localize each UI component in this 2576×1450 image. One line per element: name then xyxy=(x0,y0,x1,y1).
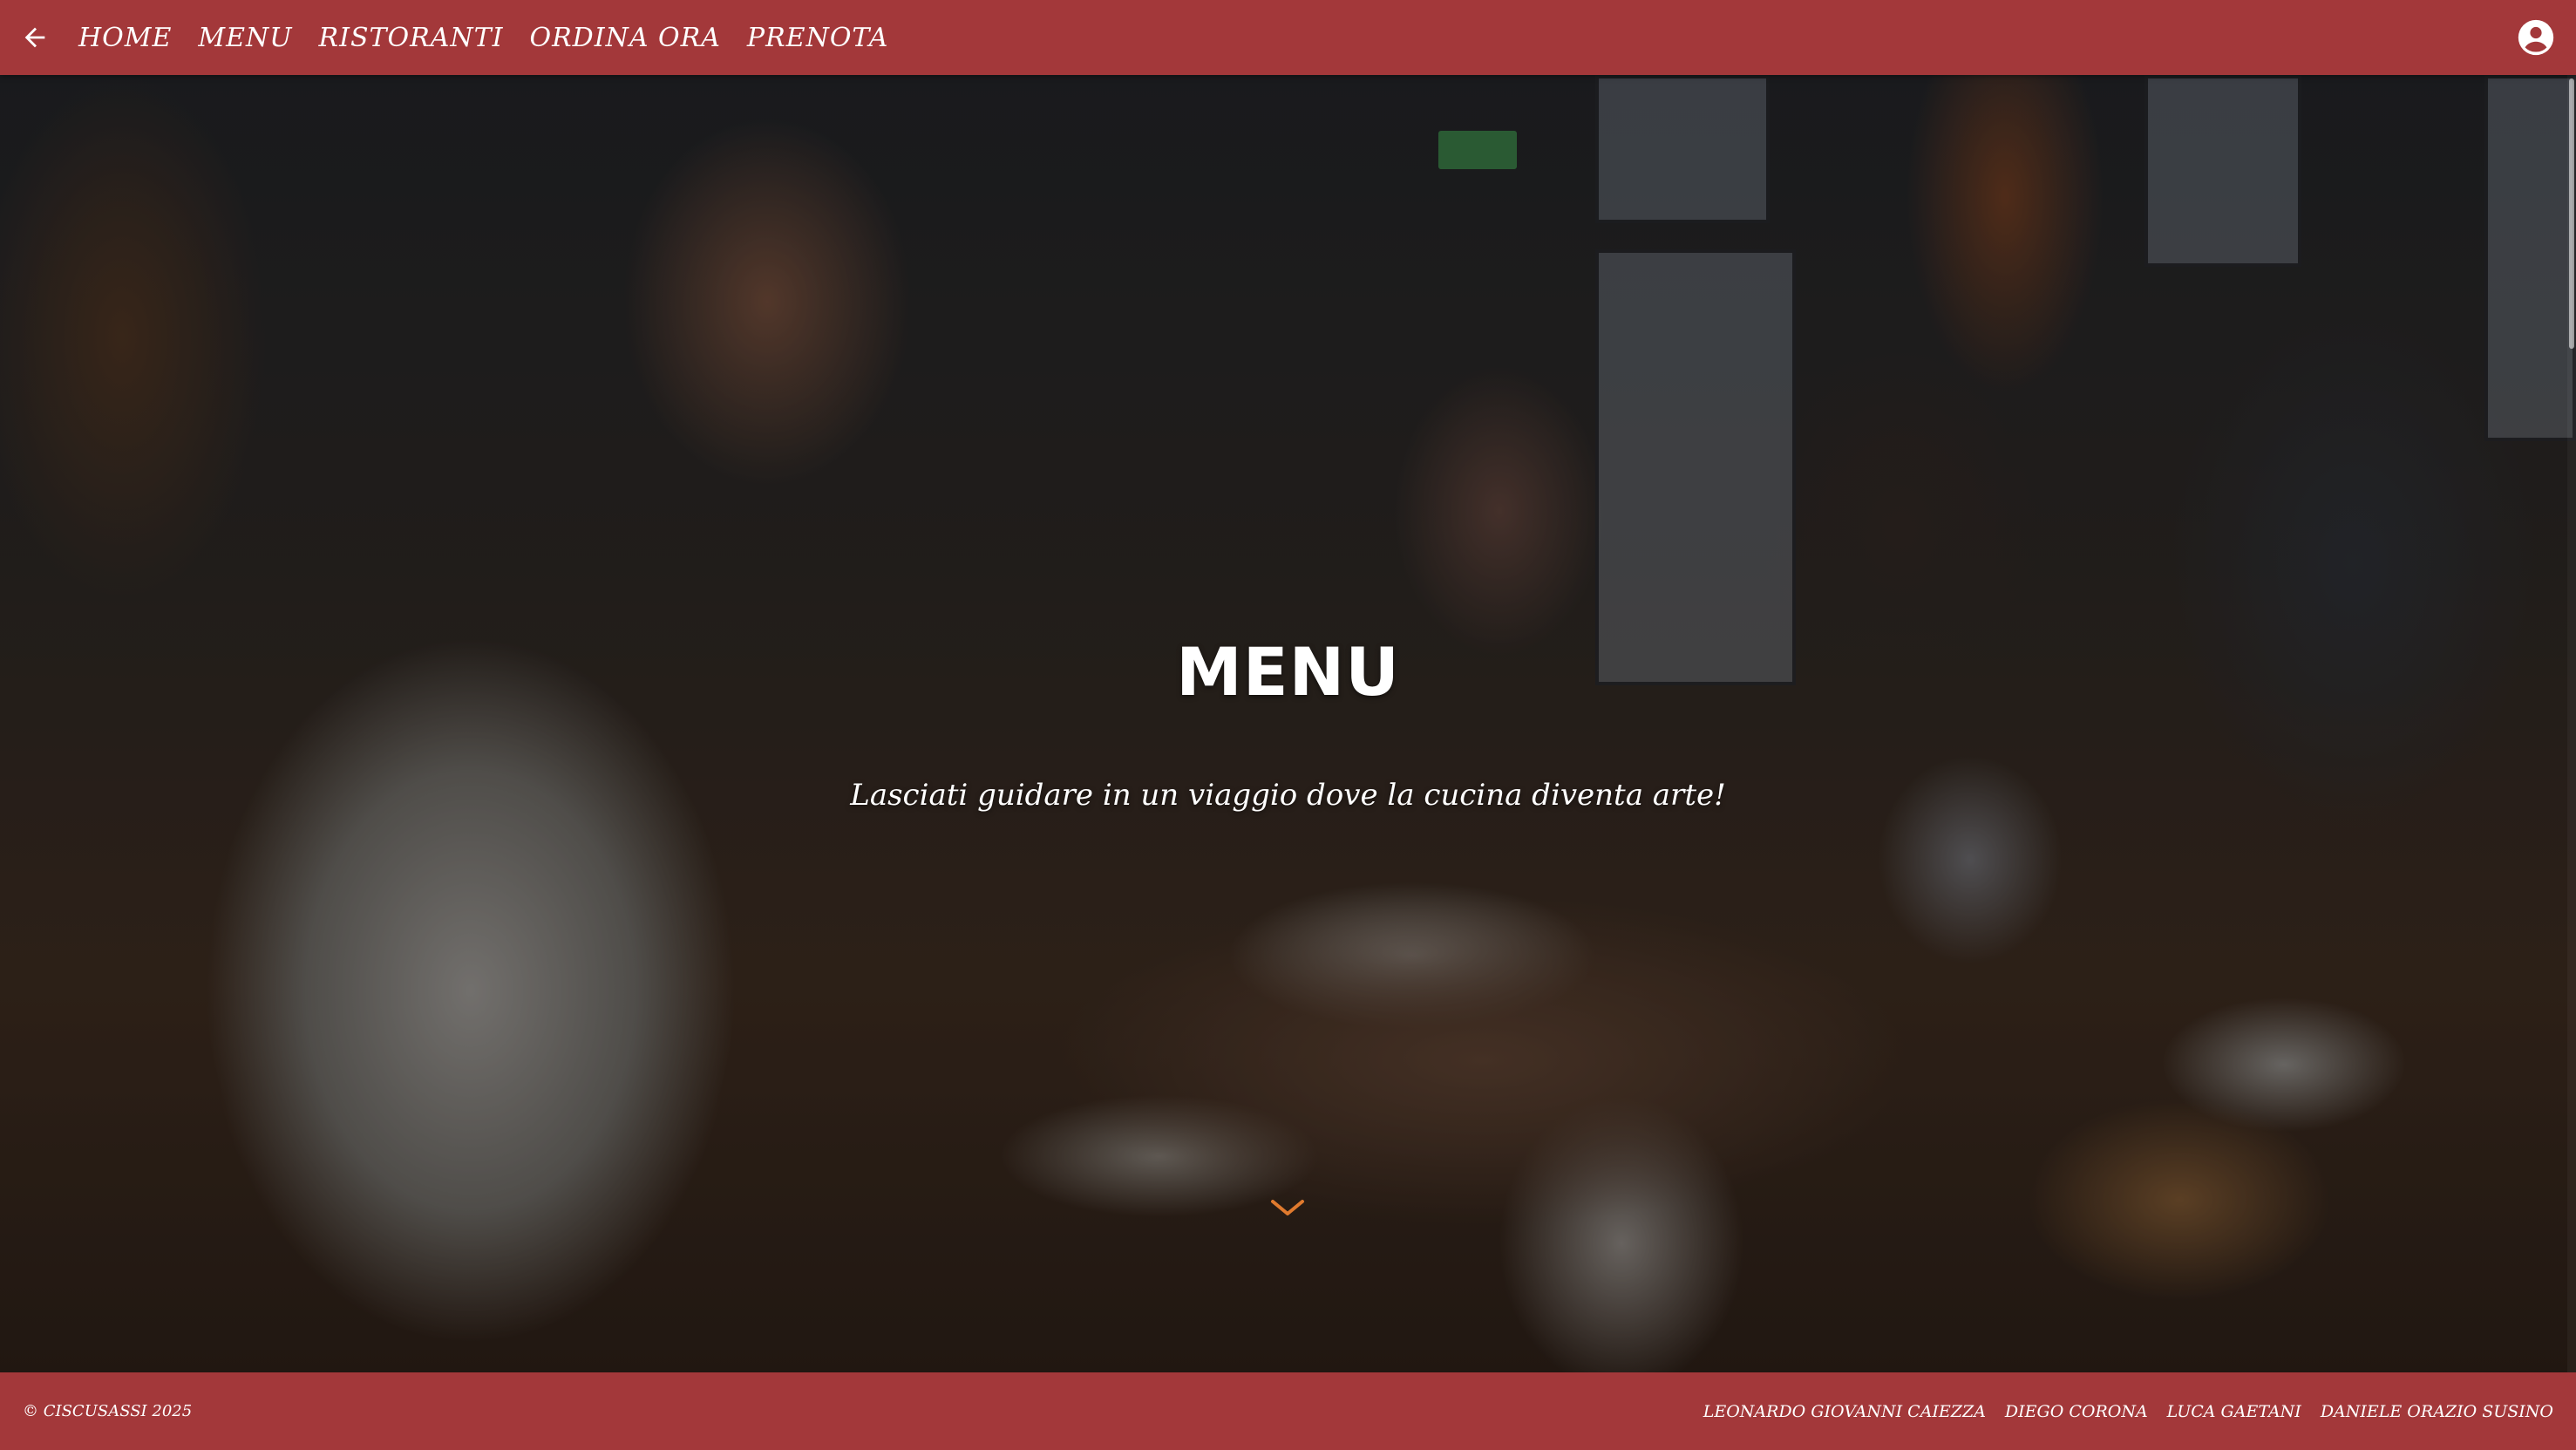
copyright-text: © CISCUSASSI 2025 xyxy=(23,1402,193,1420)
account-circle-icon xyxy=(2518,19,2554,56)
scrollbar-thumb[interactable] xyxy=(2569,78,2574,349)
hero-title: MENU xyxy=(1176,633,1400,711)
hero-subtitle: Lasciati guidare in un viaggio dove la c… xyxy=(850,778,1726,813)
background-window xyxy=(1595,75,1770,223)
footer: © CISCUSASSI 2025 LEONARDO GIOVANNI CAIE… xyxy=(0,1372,2576,1450)
main-nav: HOME MENU RISTORANTI ORDINA ORA PRENOTA xyxy=(78,23,888,53)
author-link[interactable]: LUCA GAETANI xyxy=(2167,1402,2301,1421)
hero-section: MENU Lasciati guidare in un viaggio dove… xyxy=(0,75,2576,1372)
nav-item-ordina-ora[interactable]: ORDINA ORA xyxy=(530,23,721,53)
back-button[interactable] xyxy=(0,0,70,75)
author-link[interactable]: DANIELE ORAZIO SUSINO xyxy=(2321,1402,2553,1421)
top-navbar: HOME MENU RISTORANTI ORDINA ORA PRENOTA xyxy=(0,0,2576,75)
author-link[interactable]: DIEGO CORONA xyxy=(2005,1402,2148,1421)
arrow-left-icon xyxy=(24,27,45,48)
exit-sign xyxy=(1438,131,1517,169)
chevron-down-icon xyxy=(1271,1200,1304,1215)
scroll-down-button[interactable] xyxy=(1268,1195,1308,1221)
nav-item-prenota[interactable]: PRENOTA xyxy=(747,23,889,53)
background-window xyxy=(2144,75,2301,267)
nav-item-home[interactable]: HOME xyxy=(78,23,172,53)
nav-item-menu[interactable]: MENU xyxy=(198,23,292,53)
background-window xyxy=(1595,249,1796,685)
authors-list: LEONARDO GIOVANNI CAIEZZA DIEGO CORONA L… xyxy=(1703,1402,2553,1421)
nav-item-ristoranti[interactable]: RISTORANTI xyxy=(319,23,504,53)
author-link[interactable]: LEONARDO GIOVANNI CAIEZZA xyxy=(1703,1402,1986,1421)
background-window xyxy=(2484,75,2576,441)
account-button[interactable] xyxy=(2517,18,2555,57)
